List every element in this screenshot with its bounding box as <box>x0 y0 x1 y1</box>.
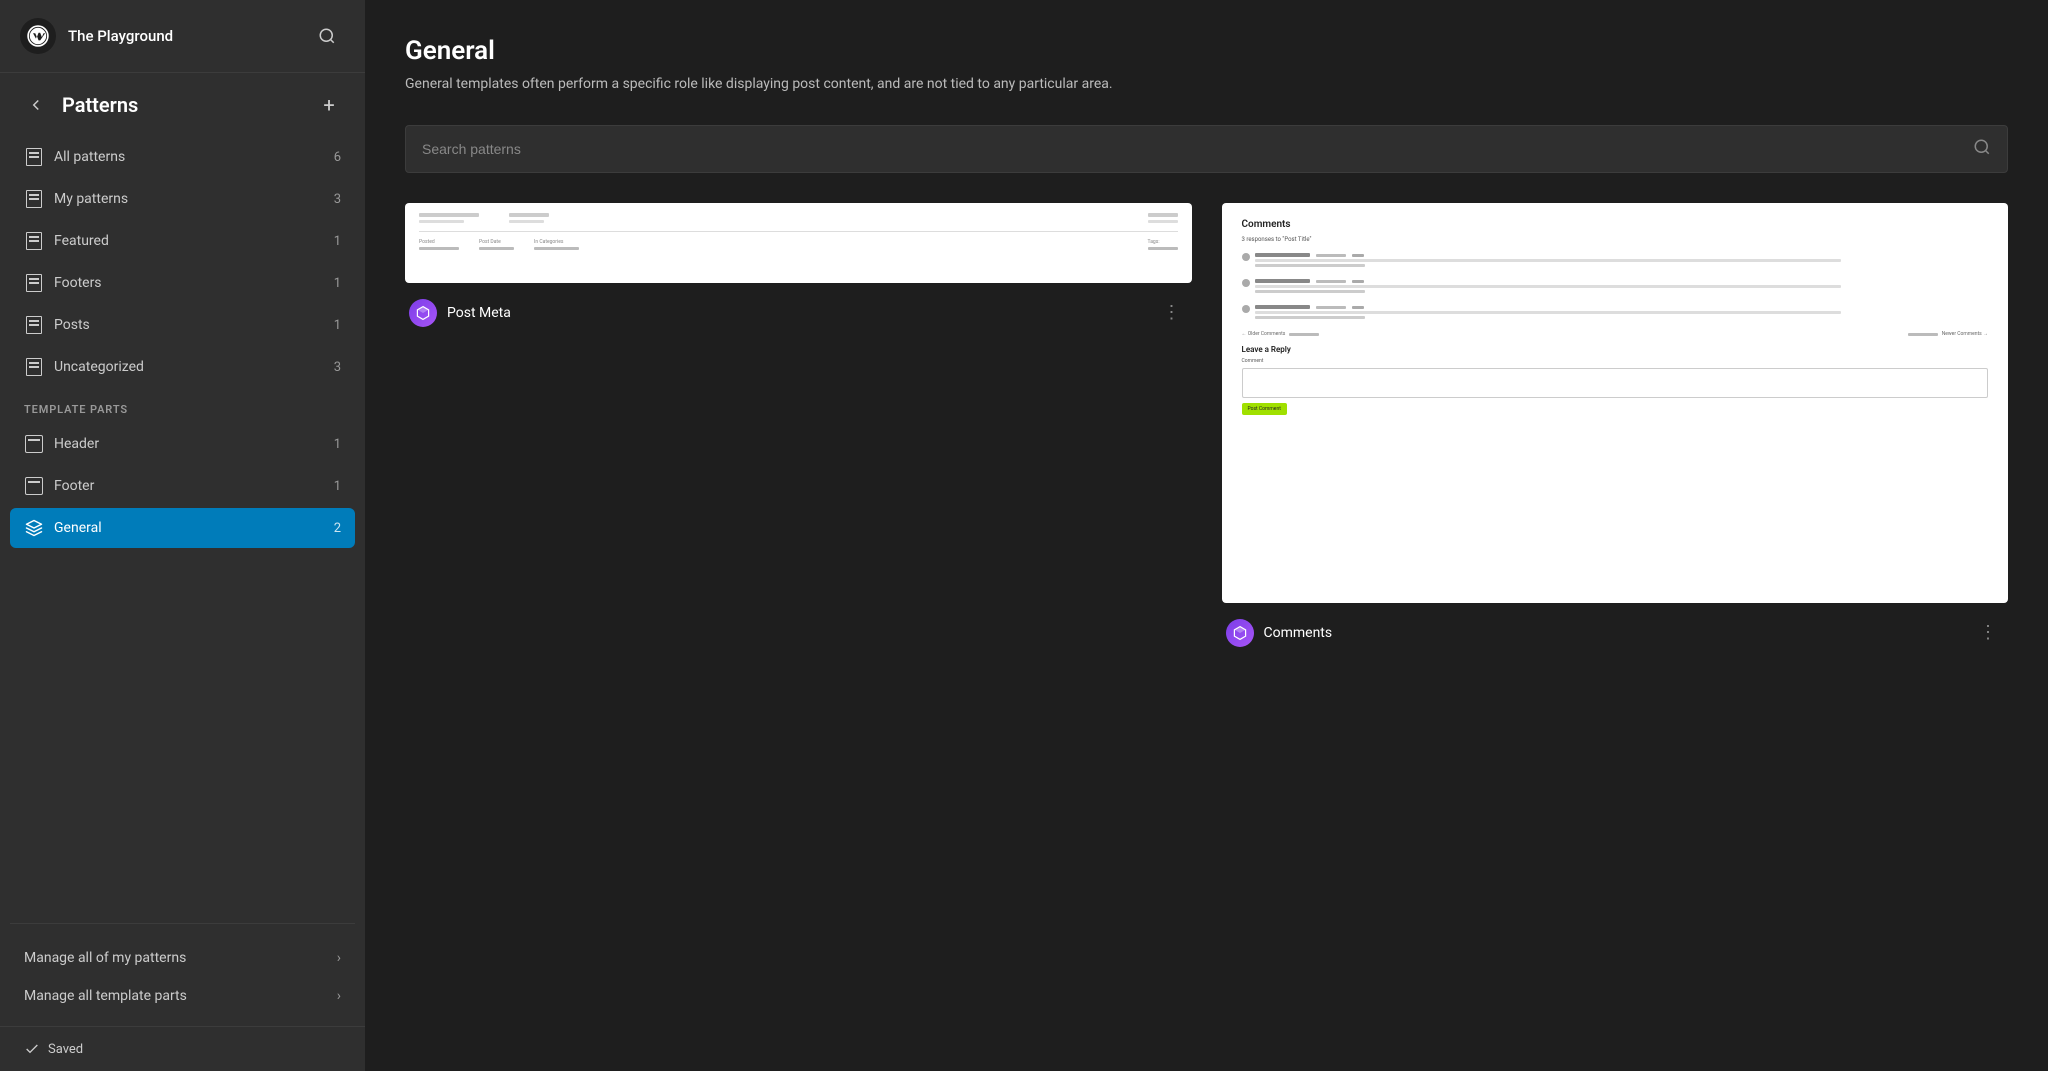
all-patterns-count: 6 <box>334 150 341 165</box>
comment-body-2 <box>1255 279 1989 297</box>
comments-preview-content: Comments 3 responses to "Post Title" <box>1222 203 2009 431</box>
header-icon <box>24 434 44 454</box>
sidebar-item-footers[interactable]: Footers 1 <box>10 263 355 303</box>
featured-label: Featured <box>54 233 334 249</box>
search-bar-icon <box>1973 138 1991 160</box>
uncategorized-icon <box>24 357 44 377</box>
posts-icon <box>24 315 44 335</box>
comment-textarea-preview <box>1242 368 1989 398</box>
general-count: 2 <box>334 521 341 536</box>
comment-item-2 <box>1242 279 1989 297</box>
comment-avatar-1 <box>1242 253 1250 261</box>
site-search-button[interactable] <box>309 18 345 54</box>
pattern-card-post-meta: Posted Post Date In Categories Tags <box>405 203 1192 649</box>
page-title: General <box>405 36 2008 66</box>
footers-icon <box>24 273 44 293</box>
pattern-grid: Posted Post Date In Categories Tags <box>365 193 2048 689</box>
search-input[interactable] <box>422 141 1973 157</box>
comments-pattern-icon <box>1226 619 1254 647</box>
saved-status: Saved <box>0 1026 365 1071</box>
featured-count: 1 <box>334 234 341 249</box>
manage-patterns-label: Manage all of my patterns <box>24 950 337 966</box>
comments-preview-subtitle: 3 responses to "Post Title" <box>1242 236 1989 243</box>
site-name: The Playground <box>68 27 309 45</box>
all-patterns-label: All patterns <box>54 149 334 165</box>
search-bar <box>405 125 2008 173</box>
footers-label: Footers <box>54 275 334 291</box>
post-meta-card-footer: Post Meta ⋮ <box>405 297 1192 329</box>
footer-icon <box>24 476 44 496</box>
saved-label: Saved <box>48 1042 83 1057</box>
back-button[interactable] <box>20 89 52 121</box>
comment-item-1 <box>1242 253 1989 271</box>
page-description: General templates often perform a specif… <box>405 74 2008 95</box>
comment-item-3 <box>1242 305 1989 323</box>
featured-icon <box>24 231 44 251</box>
post-comment-preview: Post Comment <box>1242 403 1287 415</box>
post-meta-menu-button[interactable]: ⋮ <box>1156 297 1188 329</box>
patterns-title: Patterns <box>62 93 313 117</box>
comments-name: Comments <box>1264 625 1973 641</box>
comment-body-3 <box>1255 305 1989 323</box>
sidebar-item-footer[interactable]: Footer 1 <box>10 466 355 506</box>
post-meta-pattern-icon <box>409 299 437 327</box>
sidebar-item-all-patterns[interactable]: All patterns 6 <box>10 137 355 177</box>
sidebar-item-header[interactable]: Header 1 <box>10 424 355 464</box>
sidebar-divider <box>10 923 355 924</box>
sidebar-item-posts[interactable]: Posts 1 <box>10 305 355 345</box>
comments-preview-title: Comments <box>1242 219 1989 230</box>
patterns-header: Patterns + <box>0 73 365 137</box>
footer-count: 1 <box>334 479 341 494</box>
manage-patterns-link[interactable]: Manage all of my patterns › <box>10 940 355 976</box>
sidebar-top-bar: The Playground <box>0 0 365 73</box>
all-patterns-icon <box>24 147 44 167</box>
comment-avatar-2 <box>1242 279 1250 287</box>
post-meta-name: Post Meta <box>447 305 1156 321</box>
post-meta-preview[interactable]: Posted Post Date In Categories Tags <box>405 203 1192 283</box>
comments-menu-button[interactable]: ⋮ <box>1972 617 2004 649</box>
add-pattern-button[interactable]: + <box>313 89 345 121</box>
sidebar-item-featured[interactable]: Featured 1 <box>10 221 355 261</box>
template-parts-section-label: TEMPLATE PARTS <box>0 389 365 424</box>
manage-links: Manage all of my patterns › Manage all t… <box>0 930 365 1026</box>
posts-count: 1 <box>334 318 341 333</box>
my-patterns-icon <box>24 189 44 209</box>
uncategorized-count: 3 <box>334 360 341 375</box>
sidebar-item-general[interactable]: General 2 <box>10 508 355 548</box>
my-patterns-label: My patterns <box>54 191 334 207</box>
main-header: General General templates often perform … <box>365 0 2048 115</box>
manage-template-parts-link[interactable]: Manage all template parts › <box>10 978 355 1014</box>
manage-patterns-arrow-icon: › <box>337 950 341 966</box>
comment-avatar-3 <box>1242 305 1250 313</box>
footers-count: 1 <box>334 276 341 291</box>
comment-body-1 <box>1255 253 1989 271</box>
manage-template-parts-arrow-icon: › <box>337 988 341 1004</box>
comments-preview[interactable]: Comments 3 responses to "Post Title" <box>1222 203 2009 603</box>
manage-template-parts-label: Manage all template parts <box>24 988 337 1004</box>
wp-logo[interactable] <box>20 18 56 54</box>
my-patterns-count: 3 <box>334 192 341 207</box>
sidebar: The Playground Patterns + All patterns 6 <box>0 0 365 1071</box>
footer-label: Footer <box>54 478 334 494</box>
template-parts-nav-list: Header 1 Footer 1 General 2 <box>0 424 365 550</box>
main-content: General General templates often perform … <box>365 0 2048 1071</box>
leave-reply-title: Leave a Reply <box>1242 345 1989 354</box>
general-icon <box>24 518 44 538</box>
sidebar-item-my-patterns[interactable]: My patterns 3 <box>10 179 355 219</box>
general-label: General <box>54 520 334 536</box>
patterns-nav-list: All patterns 6 My patterns 3 Featured 1 … <box>0 137 365 389</box>
sidebar-item-uncategorized[interactable]: Uncategorized 3 <box>10 347 355 387</box>
uncategorized-label: Uncategorized <box>54 359 334 375</box>
posts-label: Posts <box>54 317 334 333</box>
comments-card-footer: Comments ⋮ <box>1222 617 2009 649</box>
header-label: Header <box>54 436 334 452</box>
check-icon <box>24 1041 40 1057</box>
search-bar-container <box>365 115 2048 193</box>
header-count: 1 <box>334 437 341 452</box>
pattern-card-comments: Comments 3 responses to "Post Title" <box>1222 203 2009 649</box>
